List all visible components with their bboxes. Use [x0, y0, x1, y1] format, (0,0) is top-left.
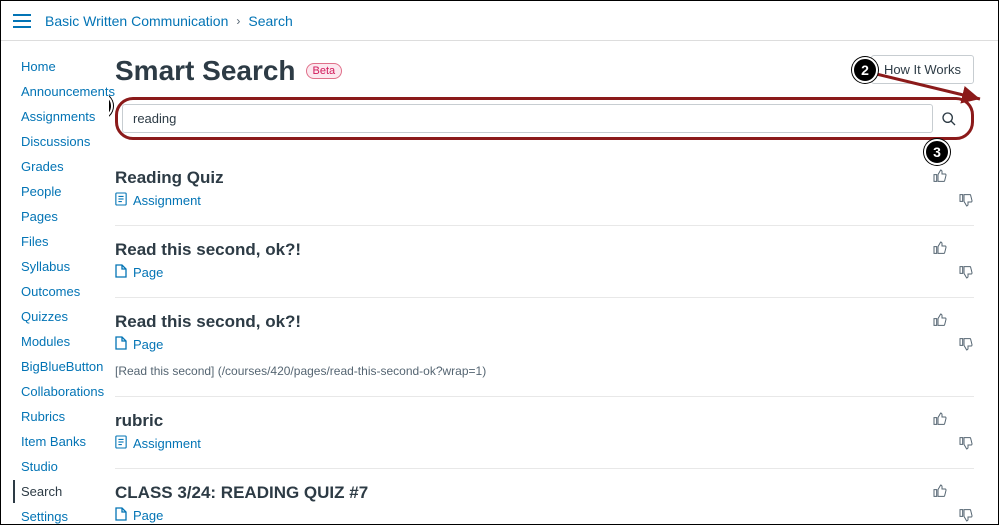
result-title-link[interactable]: Reading Quiz — [115, 168, 224, 187]
thumbs-up-icon[interactable] — [932, 168, 948, 184]
result-type-label: Assignment — [133, 193, 201, 208]
sidebar-item-discussions[interactable]: Discussions — [21, 130, 109, 153]
thumbs-down-icon[interactable] — [958, 312, 974, 328]
result-type-label: Page — [133, 265, 163, 280]
sidebar-item-people[interactable]: People — [21, 180, 109, 203]
page-icon — [115, 336, 127, 350]
sidebar-item-announcements[interactable]: Announcements — [21, 80, 109, 103]
result-title-link[interactable]: Read this second, ok?! — [115, 312, 301, 331]
sidebar-item-modules[interactable]: Modules — [21, 330, 109, 353]
search-icon — [941, 111, 957, 127]
sidebar-item-rubrics[interactable]: Rubrics — [21, 405, 109, 428]
thumbs-up-icon[interactable] — [932, 483, 948, 499]
result-type-label: Assignment — [133, 436, 201, 451]
sidebar-item-bigbluebutton[interactable]: BigBlueButton — [21, 355, 109, 378]
search-button[interactable] — [935, 105, 963, 133]
search-result: CLASS 3/24: READING QUIZ #7PageAttached … — [115, 469, 974, 524]
annotation-1: 1 — [109, 93, 113, 119]
sidebar-item-outcomes[interactable]: Outcomes — [21, 280, 109, 303]
thumbs-up-icon[interactable] — [932, 312, 948, 328]
sidebar-item-syllabus[interactable]: Syllabus — [21, 255, 109, 278]
sidebar-item-home[interactable]: Home — [21, 55, 109, 78]
sidebar-item-pages[interactable]: Pages — [21, 205, 109, 228]
thumbs-up-icon[interactable] — [932, 411, 948, 427]
search-input[interactable] — [122, 104, 933, 133]
page-icon — [115, 264, 127, 278]
thumbs-down-icon[interactable] — [958, 483, 974, 499]
page-icon — [115, 507, 127, 521]
thumbs-up-icon[interactable] — [932, 240, 948, 256]
search-result: Read this second, ok?! Page — [115, 226, 974, 298]
search-result: Read this second, ok?! Page [Read this sec… — [115, 298, 974, 397]
menu-toggle-icon[interactable] — [13, 14, 31, 28]
main-content: Smart Search Beta How It Works 1 2 3 — [109, 41, 998, 524]
how-it-works-button[interactable]: How It Works — [871, 55, 974, 84]
thumbs-down-icon[interactable] — [958, 240, 974, 256]
sidebar-item-collaborations[interactable]: Collaborations — [21, 380, 109, 403]
assignment-icon — [115, 192, 127, 206]
result-meta: Page — [115, 336, 301, 353]
sidebar-item-grades[interactable]: Grades — [21, 155, 109, 178]
sidebar-item-studio[interactable]: Studio — [21, 455, 109, 478]
result-meta: Assignment — [115, 435, 201, 452]
result-type-label: Page — [133, 337, 163, 352]
results-list: Reading Quiz Assignment Read this second, … — [115, 154, 974, 524]
course-nav: HomeAnnouncementsAssignmentsDiscussionsG… — [1, 41, 109, 524]
beta-badge: Beta — [306, 63, 343, 79]
assignment-icon — [115, 435, 127, 449]
result-title-link[interactable]: Read this second, ok?! — [115, 240, 301, 259]
search-result: Reading Quiz Assignment — [115, 154, 974, 226]
result-snippet: [Read this second] (/courses/420/pages/r… — [115, 363, 974, 380]
page-title: Smart Search — [115, 55, 296, 87]
result-meta: Assignment — [115, 192, 224, 209]
sidebar-item-search[interactable]: Search — [13, 480, 109, 503]
result-type-label: Page — [133, 508, 163, 523]
search-container — [115, 97, 974, 140]
result-title-link[interactable]: CLASS 3/24: READING QUIZ #7 — [115, 483, 368, 502]
sidebar-item-item-banks[interactable]: Item Banks — [21, 430, 109, 453]
sidebar-item-files[interactable]: Files — [21, 230, 109, 253]
search-result: rubric Assignment — [115, 397, 974, 469]
breadcrumb-page: Search — [248, 13, 292, 29]
sidebar-item-quizzes[interactable]: Quizzes — [21, 305, 109, 328]
result-meta: Page — [115, 507, 368, 524]
result-meta: Page — [115, 264, 301, 281]
thumbs-down-icon[interactable] — [958, 411, 974, 427]
breadcrumb-sep: › — [236, 14, 240, 28]
breadcrumb: Basic Written Communication › Search — [45, 13, 293, 29]
breadcrumb-course[interactable]: Basic Written Communication — [45, 13, 228, 29]
thumbs-down-icon[interactable] — [958, 168, 974, 184]
result-title-link[interactable]: rubric — [115, 411, 163, 430]
sidebar-item-assignments[interactable]: Assignments — [21, 105, 109, 128]
